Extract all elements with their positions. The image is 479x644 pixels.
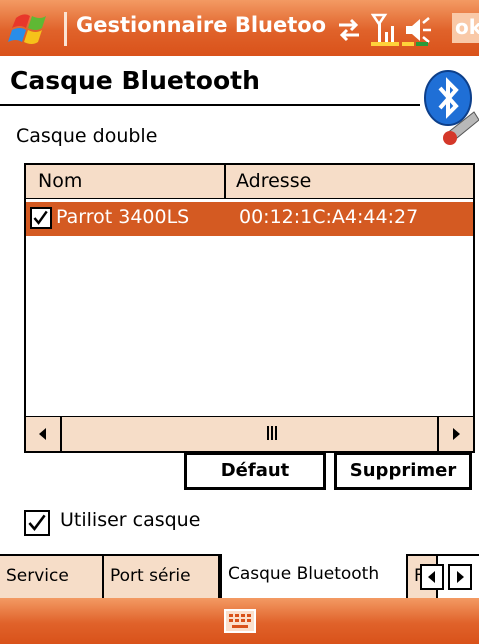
tab-service[interactable]: Service — [0, 556, 104, 598]
arrow-right-icon — [453, 428, 460, 440]
menu-bar — [0, 598, 479, 644]
column-header-name[interactable]: Nom — [26, 165, 226, 198]
arrow-left-icon — [39, 428, 46, 440]
section-label: Casque double — [16, 125, 158, 147]
signal-icon[interactable] — [371, 12, 399, 46]
use-headset-checkbox[interactable] — [24, 510, 50, 536]
connectivity-icon[interactable] — [335, 16, 363, 44]
horizontal-scrollbar[interactable] — [26, 416, 473, 451]
arrow-right-icon — [457, 571, 464, 583]
page-title: Casque Bluetooth — [10, 66, 260, 95]
scroll-right-button[interactable] — [437, 417, 473, 451]
list-item[interactable]: Parrot 3400LS 00:12:1C:A4:44:27 — [26, 202, 473, 236]
device-checkbox[interactable] — [30, 207, 52, 229]
tab-bluetooth-headset[interactable]: Casque Bluetooth — [220, 554, 408, 598]
default-button[interactable]: Défaut — [184, 452, 326, 490]
delete-button[interactable]: Supprimer — [334, 452, 472, 490]
column-header-address[interactable]: Adresse — [226, 165, 473, 198]
scroll-left-button[interactable] — [26, 417, 62, 451]
window-title: Gestionnaire Bluetoo — [76, 13, 327, 37]
title-bar: Gestionnaire Bluetoo ok — [0, 0, 479, 56]
keyboard-icon[interactable] — [224, 609, 256, 633]
tab-bar: Service Port série Casque Bluetooth F — [0, 554, 479, 598]
device-address: 00:12:1C:A4:44:27 — [239, 206, 419, 228]
title-separator — [64, 12, 67, 46]
volume-icon[interactable] — [402, 14, 432, 46]
title-divider — [0, 104, 420, 106]
grip-icon — [267, 426, 277, 440]
arrow-left-icon — [428, 571, 435, 583]
use-headset-label: Utiliser casque — [60, 509, 201, 531]
device-name: Parrot 3400LS — [56, 206, 190, 228]
windows-start-icon[interactable] — [8, 10, 56, 48]
tab-serial-port[interactable]: Port série — [104, 556, 220, 598]
use-headset-option[interactable]: Utiliser casque — [24, 508, 284, 538]
scroll-thumb[interactable] — [62, 417, 437, 451]
bluetooth-headset-icon — [424, 70, 479, 145]
device-list[interactable]: Nom Adresse Parrot 3400LS 00:12:1C:A4:44… — [24, 163, 475, 453]
tab-scroll-left-button[interactable] — [420, 564, 444, 590]
list-column-header: Nom Adresse — [26, 165, 473, 199]
ok-button[interactable]: ok — [452, 13, 479, 43]
tab-scroll-right-button[interactable] — [448, 564, 472, 590]
